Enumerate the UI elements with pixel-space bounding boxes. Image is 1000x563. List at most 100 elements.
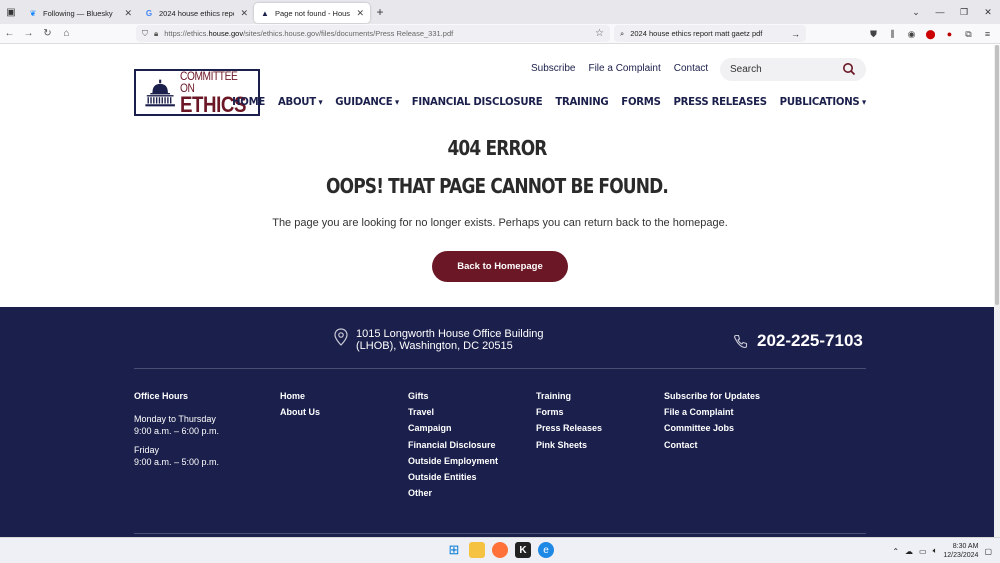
scrollbar-thumb[interactable] [995, 45, 999, 305]
search-icon: ⌕ [620, 28, 625, 38]
taskbar-apps: ⊞ K e [446, 542, 554, 558]
new-tab-icon[interactable]: + [370, 5, 390, 19]
phone-number[interactable]: 202-225-7103 [757, 331, 863, 351]
footer-link[interactable]: Travel [408, 407, 498, 417]
tab-bluesky[interactable]: ❦ Following — Bluesky ✕ [22, 3, 138, 23]
toolbar-icons: ⛊ ⫼ ◉ ⬤ ● ⧉ ≡ [867, 24, 994, 44]
minimize-icon[interactable]: — [928, 7, 952, 17]
footer-link[interactable]: Outside Entities [408, 472, 498, 482]
tab-title: 2024 house ethics report matt g [159, 8, 234, 18]
footer-address: 1015 Longworth House Office Building (LH… [334, 328, 544, 352]
close-icon[interactable]: ✕ [356, 8, 364, 19]
nav-guidance[interactable]: GUIDANCE [335, 95, 399, 108]
search-icon[interactable] [842, 62, 856, 76]
friday-time: 9:00 a.m. – 5:00 p.m. [134, 457, 220, 467]
footer-link[interactable]: Other [408, 488, 498, 498]
committee-logo[interactable]: COMMITTEE ON ETHICS [134, 69, 260, 116]
footer-col-1: Home About Us [280, 391, 320, 423]
tab-bar: ▣ ❦ Following — Bluesky ✕ G 2024 house e… [0, 0, 1000, 24]
back-icon[interactable]: ← [0, 28, 19, 39]
weekday-time: 9:00 a.m. – 6:00 p.m. [134, 426, 220, 436]
capitol-icon: ▲ [261, 8, 269, 18]
library-icon[interactable]: ⫼ [886, 29, 899, 40]
menu-icon[interactable]: ≡ [981, 29, 994, 39]
footer-link[interactable]: Gifts [408, 391, 498, 401]
app-icon[interactable]: K [515, 542, 531, 558]
footer: 1015 Longworth House Office Building (LH… [0, 307, 994, 537]
footer-link[interactable]: Press Releases [536, 423, 602, 433]
subscribe-link[interactable]: Subscribe [531, 63, 575, 74]
site-search-input[interactable]: Search [720, 58, 866, 81]
forward-icon[interactable]: → [19, 28, 38, 39]
clock[interactable]: 8:30 AM 12/23/2024 [943, 542, 978, 560]
nav-about[interactable]: ABOUT [278, 95, 322, 108]
footer-link[interactable]: Contact [664, 440, 760, 450]
volume-icon[interactable]: 🔈︎ [933, 546, 938, 556]
footer-link[interactable]: Committee Jobs [664, 423, 760, 433]
footer-link[interactable]: Forms [536, 407, 602, 417]
footer-link[interactable]: Training [536, 391, 602, 401]
address-line-1: 1015 Longworth House Office Building [356, 328, 544, 340]
chevron-down-icon[interactable]: ⌄ [904, 7, 928, 18]
windows-start-icon[interactable]: ⊞ [446, 542, 462, 558]
system-tray: ⌃ ☁ ▭ 🔈︎ 8:30 AM 12/23/2024 ▢ [892, 542, 992, 560]
restore-icon[interactable]: ❐ [952, 7, 976, 18]
phone-icon [733, 334, 748, 348]
go-arrow-icon[interactable]: → [791, 29, 800, 39]
reload-icon[interactable]: ↻ [38, 28, 57, 39]
close-icon[interactable]: ✕ [124, 8, 132, 19]
footer-link-home[interactable]: Home [280, 391, 320, 401]
butterfly-icon: ❦ [29, 8, 37, 18]
footer-link[interactable]: File a Complaint [664, 407, 760, 417]
footer-phone: 202-225-7103 [733, 331, 863, 351]
tab-list-icon[interactable]: ▣ [0, 0, 22, 24]
footer-link[interactable]: Campaign [408, 423, 498, 433]
tab-search[interactable]: G 2024 house ethics report matt g ✕ [138, 3, 254, 23]
footer-col-4: Subscribe for Updates File a Complaint C… [664, 391, 760, 456]
firefox-icon[interactable] [492, 542, 508, 558]
footer-link[interactable]: Pink Sheets [536, 440, 602, 450]
cloud-icon[interactable]: ☁ [905, 547, 913, 556]
nav-press-releases[interactable]: PRESS RELEASES [674, 95, 768, 108]
bookmark-star-icon[interactable]: ☆ [595, 28, 604, 39]
footer-link[interactable]: Outside Employment [408, 456, 498, 466]
footer-link[interactable]: Subscribe for Updates [664, 391, 760, 401]
nav-forms[interactable]: FORMS [621, 95, 661, 108]
notification-icon[interactable]: ▢ [984, 547, 992, 556]
close-window-icon[interactable]: ✕ [976, 7, 1000, 18]
lock-icon: 🔒︎ [154, 28, 159, 38]
page-scrollbar[interactable] [994, 45, 1000, 537]
footer-link[interactable]: Financial Disclosure [408, 440, 498, 450]
footer-link-about[interactable]: About Us [280, 407, 320, 417]
file-complaint-link[interactable]: File a Complaint [588, 63, 660, 74]
error-title: OOPS! THAT PAGE CANNOT BE FOUND. [325, 174, 669, 198]
tab-page-not-found[interactable]: ▲ Page not found - House Comm ✕ [254, 3, 370, 23]
account-icon[interactable]: ◉ [905, 29, 918, 40]
contact-link[interactable]: Contact [674, 63, 708, 74]
nav-publications[interactable]: PUBLICATIONS [780, 95, 866, 108]
nav-training[interactable]: TRAINING [555, 95, 608, 108]
footer-col-2: Gifts Travel Campaign Financial Disclosu… [408, 391, 498, 504]
weekday-label: Monday to Thursday [134, 414, 216, 424]
url-bar[interactable]: ⛉ 🔒︎ https://ethics.house.gov/sites/ethi… [136, 25, 610, 42]
url-text: https://ethics.house.gov/sites/ethics.ho… [164, 29, 454, 38]
home-icon[interactable]: ⌂ [57, 28, 76, 39]
adblock-icon[interactable]: ⬤ [924, 29, 937, 40]
nav-financial-disclosure[interactable]: FINANCIAL DISCLOSURE [412, 95, 543, 108]
chevron-up-icon[interactable]: ⌃ [892, 547, 899, 556]
extension-icon[interactable]: ● [943, 29, 956, 39]
nav-home[interactable]: HOME [232, 95, 265, 108]
extensions-puzzle-icon[interactable]: ⧉ [962, 29, 975, 40]
close-icon[interactable]: ✕ [240, 8, 248, 19]
search-bar[interactable]: ⌕ 2024 house ethics report matt gaetz pd… [614, 25, 806, 42]
file-explorer-icon[interactable] [469, 542, 485, 558]
back-to-homepage-button[interactable]: Back to Homepage [432, 251, 568, 282]
network-icon[interactable]: ▭ [919, 547, 927, 556]
taskbar: ⊞ K e ⌃ ☁ ▭ 🔈︎ 8:30 AM 12/23/2024 ▢ [0, 537, 1000, 563]
address-line-2: (LHOB), Washington, DC 20515 [356, 340, 513, 352]
shield-icon: ⛉ [142, 28, 148, 38]
pocket-icon[interactable]: ⛊ [867, 29, 880, 40]
footer-col-3: Training Forms Press Releases Pink Sheet… [536, 391, 602, 456]
browser-app-icon[interactable]: e [538, 542, 554, 558]
tab-title: Following — Bluesky [43, 8, 113, 18]
